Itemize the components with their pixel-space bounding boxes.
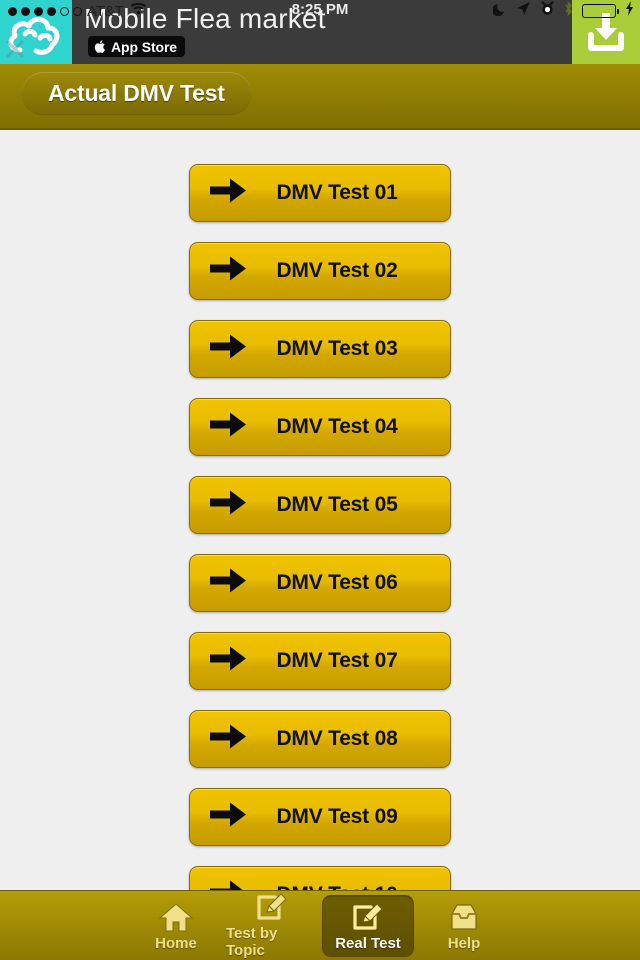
arrow-right-icon — [208, 724, 248, 755]
apple-logo-icon — [94, 40, 105, 53]
test-button-04[interactable]: DMV Test 04 — [189, 398, 451, 456]
tab-help-label: Help — [447, 934, 481, 952]
app-root: DMV Test 01 DMV Test 02 DMV Test 03 DMV … — [0, 0, 640, 960]
test-button-06[interactable]: DMV Test 06 — [189, 554, 451, 612]
arrow-right-icon — [208, 256, 248, 287]
arrow-right-icon — [208, 490, 248, 521]
tab-real-test[interactable]: Real Test — [322, 894, 414, 957]
arrow-right-icon — [208, 646, 248, 677]
test-button-09[interactable]: DMV Test 09 — [189, 788, 451, 846]
tab-home-label: Home — [155, 934, 197, 952]
app-header: Actual DMV Test — [0, 64, 640, 130]
arrow-right-icon — [208, 880, 248, 890]
test-button-03[interactable]: DMV Test 03 — [189, 320, 451, 378]
app-store-badge[interactable]: App Store — [88, 36, 185, 57]
tab-help[interactable]: Help — [418, 895, 510, 957]
page-title: Actual DMV Test — [22, 72, 251, 114]
home-icon — [159, 900, 193, 932]
bottom-tab-bar: Home Test by Topic Real Test Help — [0, 890, 640, 960]
test-button-08[interactable]: DMV Test 08 — [189, 710, 451, 768]
ad-app-icon[interactable] — [0, 0, 72, 64]
tab-home[interactable]: Home — [130, 895, 222, 957]
pencil-edit-icon — [351, 900, 385, 932]
test-list: DMV Test 01 DMV Test 02 DMV Test 03 DMV … — [0, 130, 640, 890]
test-button-05[interactable]: DMV Test 05 — [189, 476, 451, 534]
test-button-01[interactable]: DMV Test 01 — [189, 164, 451, 222]
app-store-badge-label: App Store — [111, 38, 177, 55]
arrow-right-icon — [208, 412, 248, 443]
arrow-right-icon — [208, 802, 248, 833]
ad-title: Mobile Flea market — [84, 3, 326, 34]
arrow-right-icon — [208, 568, 248, 599]
test-button-02[interactable]: DMV Test 02 — [189, 242, 451, 300]
download-icon — [588, 13, 624, 51]
test-button-07[interactable]: DMV Test 07 — [189, 632, 451, 690]
tab-test-by-topic[interactable]: Test by Topic — [226, 892, 318, 959]
ad-close-icon[interactable] — [2, 36, 28, 62]
arrow-right-icon — [208, 178, 248, 209]
arrow-right-icon — [208, 334, 248, 365]
tab-test-by-topic-label: Test by Topic — [226, 925, 278, 959]
ad-banner[interactable]: Mobile Flea market App Store — [0, 0, 640, 64]
ad-download-button[interactable] — [572, 0, 640, 64]
pencil-edit-icon — [255, 892, 289, 922]
test-button-10[interactable]: DMV Test 10 — [189, 866, 451, 890]
tab-real-test-label: Real Test — [335, 934, 401, 952]
test-list-scroll-area[interactable]: DMV Test 01 DMV Test 02 DMV Test 03 DMV … — [0, 130, 640, 890]
page-title-label: Actual DMV Test — [48, 79, 225, 106]
inbox-tray-icon — [447, 900, 481, 932]
